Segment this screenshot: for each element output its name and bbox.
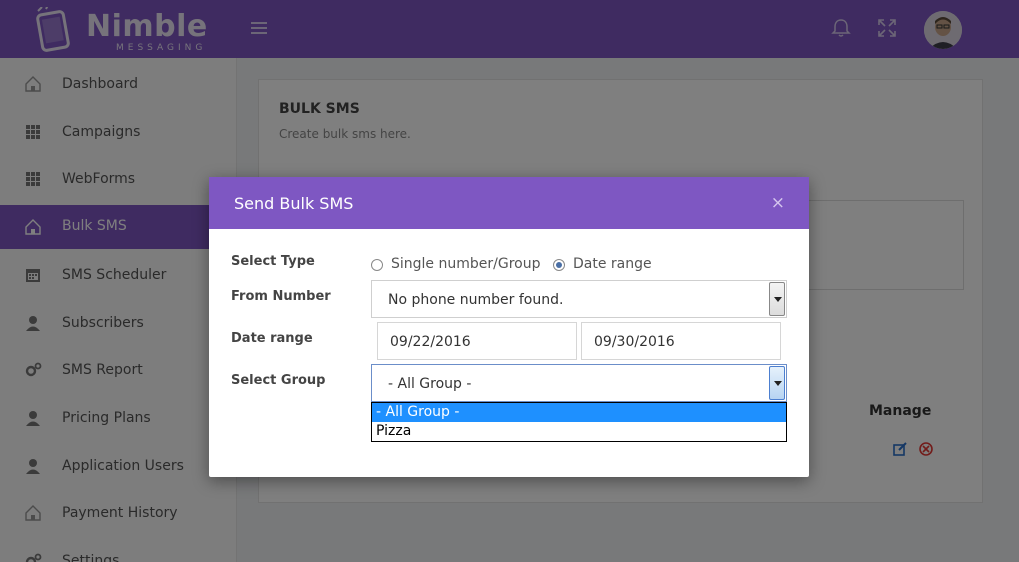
select-type-label: Select Type: [231, 254, 315, 269]
chevron-down-icon[interactable]: [769, 366, 785, 400]
radio-label-date-range[interactable]: Date range: [573, 256, 652, 272]
chevron-down-icon[interactable]: [769, 282, 785, 316]
from-number-value: No phone number found.: [388, 292, 564, 308]
date-to-input[interactable]: 09/30/2016: [581, 322, 781, 360]
group-select-value: - All Group -: [388, 376, 472, 392]
date-from-value: 09/22/2016: [390, 334, 471, 350]
group-dropdown-list: - All Group - Pizza: [371, 402, 787, 442]
modal-header: Send Bulk SMS ×: [209, 177, 809, 229]
modal-title: Send Bulk SMS: [234, 194, 354, 213]
group-select[interactable]: - All Group -: [371, 364, 787, 402]
send-bulk-sms-modal: Send Bulk SMS × Select Type Single numbe…: [209, 177, 809, 477]
select-group-label: Select Group: [231, 373, 326, 388]
date-range-label: Date range: [231, 331, 313, 346]
date-from-input[interactable]: 09/22/2016: [377, 322, 577, 360]
dropdown-option-pizza[interactable]: Pizza: [372, 422, 786, 441]
dropdown-option-all-group[interactable]: - All Group -: [372, 403, 786, 422]
from-number-label: From Number: [231, 289, 331, 304]
date-to-value: 09/30/2016: [594, 334, 675, 350]
from-number-select[interactable]: No phone number found.: [371, 280, 787, 318]
radio-single-number-group[interactable]: [371, 259, 383, 271]
radio-date-range[interactable]: [553, 259, 565, 271]
radio-label-single-number-group[interactable]: Single number/Group: [391, 256, 540, 272]
close-icon[interactable]: ×: [771, 193, 785, 213]
